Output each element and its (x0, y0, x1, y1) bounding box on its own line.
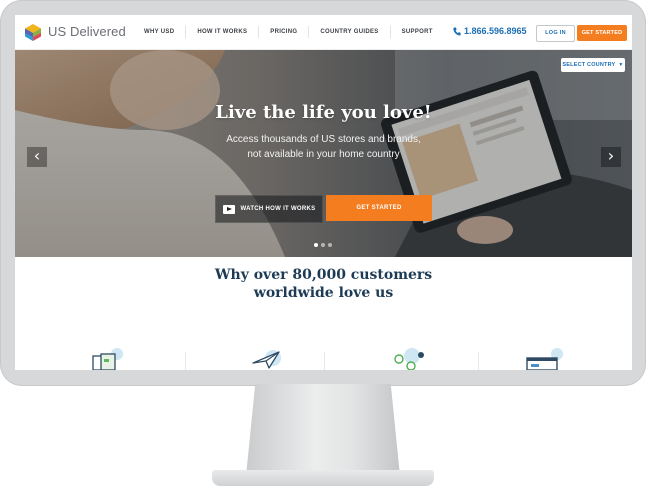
carousel-dots (314, 243, 332, 247)
feature-divider (324, 352, 325, 370)
monitor-stand-base (212, 470, 434, 486)
select-country-dropdown[interactable]: SELECT COUNTRY ▼ (561, 58, 625, 72)
monitor-stand-neck (246, 384, 400, 476)
caret-down-icon: ▼ (618, 62, 624, 68)
logo-cube-icon[interactable] (25, 24, 41, 41)
main-nav: WHY USD HOW IT WORKS PRICING COUNTRY GUI… (133, 15, 444, 49)
play-video-icon (222, 204, 235, 214)
nav-why-usd[interactable]: WHY USD (133, 26, 185, 38)
site-header: US Delivered WHY USD HOW IT WORKS PRICIN… (15, 15, 632, 50)
section-heading: Why over 80,000 customers worldwide love… (15, 266, 632, 302)
select-country-label: SELECT COUNTRY (562, 62, 616, 68)
paper-plane-icon (252, 350, 281, 369)
carousel-dot-1[interactable] (314, 243, 318, 247)
header-get-started-button[interactable]: GET STARTED (577, 25, 627, 41)
hero-carousel: SELECT COUNTRY ▼ Live the life you love! … (15, 50, 632, 257)
feature-divider (185, 352, 186, 370)
watch-label: WATCH HOW IT WORKS (240, 206, 316, 212)
website-screen: US Delivered WHY USD HOW IT WORKS PRICIN… (15, 15, 632, 370)
brand-name[interactable]: US Delivered (48, 24, 126, 39)
phone-link[interactable]: 1.866.596.8965 (453, 26, 527, 36)
section-heading-line-1: Why over 80,000 customers (214, 267, 433, 283)
feature-icons-row (15, 346, 632, 370)
nav-how-it-works[interactable]: HOW IT WORKS (185, 26, 258, 38)
feature-divider (478, 352, 479, 370)
package-stack-icon (92, 348, 123, 370)
nav-support[interactable]: SUPPORT (389, 26, 444, 38)
watch-how-it-works-button[interactable]: WATCH HOW IT WORKS (215, 195, 323, 223)
credit-card-icon (526, 348, 563, 370)
carousel-dot-3[interactable] (328, 243, 332, 247)
carousel-next-arrow-icon[interactable]: › (601, 147, 621, 167)
hero-title: Live the life you love! (215, 102, 432, 123)
carousel-dot-2[interactable] (321, 243, 325, 247)
phone-number: 1.866.596.8965 (464, 26, 527, 36)
phone-icon (453, 27, 461, 36)
section-heading-line-2: worldwide love us (253, 285, 394, 301)
hero-subtitle: Access thousands of US stores and brands… (226, 134, 421, 160)
nav-pricing[interactable]: PRICING (258, 26, 308, 38)
network-nodes-icon (394, 348, 424, 370)
nav-country-guides[interactable]: COUNTRY GUIDES (308, 26, 389, 38)
login-button[interactable]: LOG IN (536, 25, 575, 42)
hero-get-started-button[interactable]: GET STARTED (326, 195, 432, 221)
carousel-prev-arrow-icon[interactable]: ‹ (27, 147, 47, 167)
